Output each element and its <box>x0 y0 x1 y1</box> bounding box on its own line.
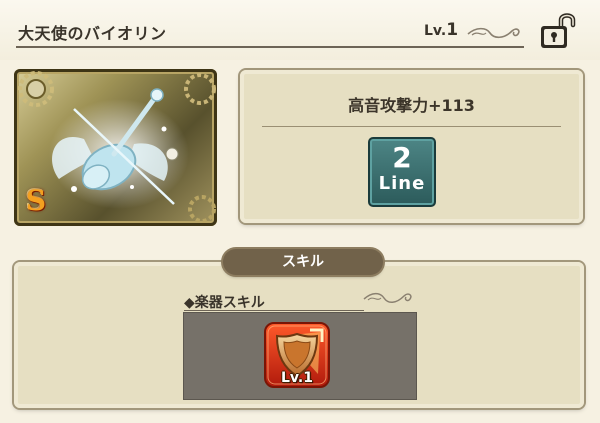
line-label: Line <box>378 173 426 194</box>
item-level: Lv.1 <box>424 20 458 40</box>
stat-bonus: 高音攻撃力+113 <box>348 96 475 115</box>
item-name: 大天使のバイオリン <box>18 24 167 43</box>
skill-level: Lv.1 <box>281 370 313 386</box>
instrument-card[interactable]: S <box>14 69 217 226</box>
level-value: 1 <box>446 20 459 40</box>
skill-tab[interactable]: スキル <box>223 249 383 275</box>
rarity-badge: S <box>25 184 47 217</box>
item-header: 大天使のバイオリン Lv.1 <box>0 0 600 60</box>
scroll-flourish-icon <box>363 292 412 303</box>
instrument-skill-label: ◆楽器スキル <box>184 295 265 311</box>
line-number: 2 <box>392 141 412 174</box>
level-prefix: Lv. <box>424 23 447 39</box>
header-underline <box>16 46 524 48</box>
stat-panel: 高音攻撃力+113 2 Line <box>240 70 583 223</box>
scroll-flourish-icon <box>467 27 520 39</box>
line-count-badge: 2 Line <box>368 137 436 207</box>
stat-divider <box>262 126 561 127</box>
skill-label-underline <box>184 310 364 311</box>
unlocked-padlock-icon[interactable] <box>536 10 578 52</box>
